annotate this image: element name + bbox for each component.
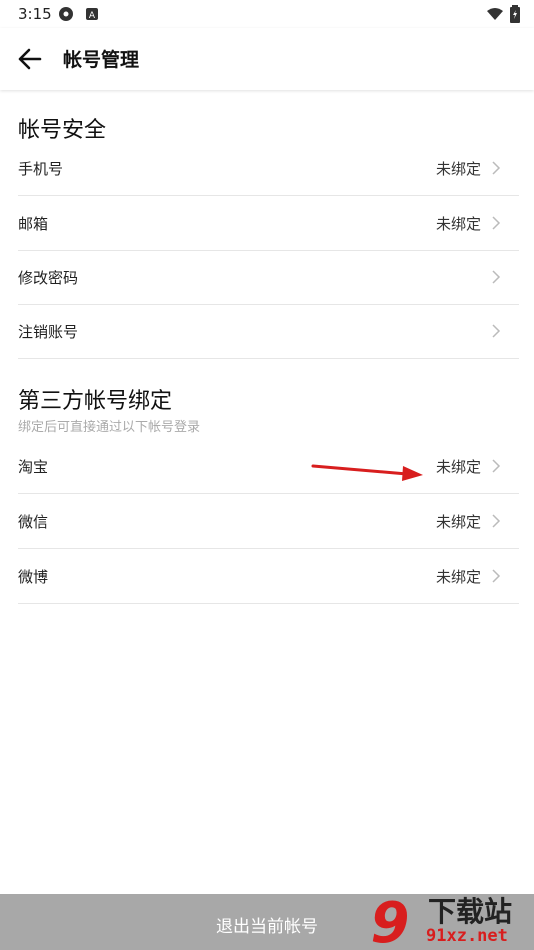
row-change-password[interactable]: 修改密码 [18,250,519,305]
watermark-text-top: 下载站 [428,895,513,928]
chevron-right-icon [492,459,501,473]
chevron-right-icon [492,324,501,338]
row-label: 修改密码 [18,269,79,287]
settings-gear-icon [59,7,73,21]
page-title: 帐号管理 [63,49,140,71]
row-status: 未绑定 [435,160,481,178]
battery-icon [510,5,520,23]
row-status: 未绑定 [435,458,481,476]
arrow-left-icon [18,48,42,70]
wifi-icon [487,8,503,20]
svg-text:A: A [89,11,96,21]
row-label: 注销账号 [18,323,79,341]
row-weibo[interactable]: 微博 未绑定 [18,549,519,604]
section-subtitle-third-party: 绑定后可直接通过以下帐号登录 [18,420,201,435]
row-status: 未绑定 [435,513,481,531]
back-button[interactable] [14,44,48,74]
red-arrow-annotation [311,464,423,481]
chevron-right-icon [492,514,501,528]
row-label: 微博 [18,568,49,586]
app-a-icon: A [86,8,98,21]
watermark-logo-number: 9 [371,891,410,950]
row-phone[interactable]: 手机号 未绑定 [18,141,519,196]
row-status: 未绑定 [435,215,481,233]
section-title-account-security: 帐号安全 [18,118,107,143]
watermark-nine-icon: 9 [371,891,410,950]
row-delete-account[interactable]: 注销账号 [18,304,519,359]
watermark-logo: 9 下载站 91xz.net [360,888,534,950]
row-label: 邮箱 [18,215,49,233]
chevron-right-icon [492,216,501,230]
status-right-icons [486,5,520,23]
row-label: 微信 [18,513,49,531]
row-label: 手机号 [18,160,64,178]
section-title-third-party: 第三方帐号绑定 [18,389,173,414]
row-taobao[interactable]: 淘宝 未绑定 [18,439,519,494]
status-bar: 3:15 A [0,0,534,28]
row-email[interactable]: 邮箱 未绑定 [18,196,519,251]
status-time: 3:15 [18,5,52,23]
row-label: 淘宝 [18,458,49,476]
chevron-right-icon [492,569,501,583]
chevron-right-icon [492,161,501,175]
app-bar: 帐号管理 [0,28,534,90]
watermark-text-bottom: 91xz.net [426,926,508,946]
chevron-right-icon [492,270,501,284]
row-wechat[interactable]: 微信 未绑定 [18,494,519,549]
row-status: 未绑定 [435,568,481,586]
